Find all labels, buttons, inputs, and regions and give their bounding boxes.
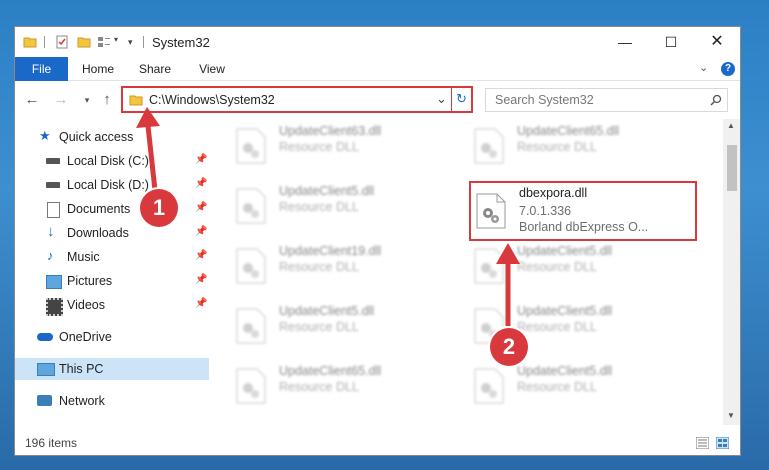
pin-icon[interactable]: 📌 — [195, 202, 207, 213]
pin-icon[interactable]: 📌 — [195, 154, 207, 165]
item-count: 196 items — [25, 436, 78, 450]
properties-icon[interactable] — [55, 35, 69, 49]
dll-file-icon — [236, 308, 266, 344]
tab-share[interactable]: Share — [130, 57, 180, 81]
ribbon-tabs: File Home Share View ⌄ ? — [15, 57, 740, 81]
documents-icon — [47, 202, 60, 218]
status-bar: 196 items — [15, 430, 740, 455]
music-icon: ♪ — [47, 248, 54, 263]
folder-icon — [23, 37, 37, 48]
scrollbar-thumb[interactable] — [727, 145, 737, 191]
search-box[interactable]: Search System32 — [485, 88, 728, 112]
file-item[interactable]: UpdateClient65.dll Resource DLL — [467, 120, 672, 172]
sidebar-item-music[interactable]: ♪ Music 📌 — [15, 246, 209, 268]
file-item[interactable]: UpdateClient5.dll Resource DLL — [467, 240, 672, 292]
address-path: C:\Windows\System32 — [149, 93, 275, 107]
minimize-button[interactable]: — — [602, 27, 648, 57]
sidebar-item-onedrive[interactable]: OneDrive — [15, 326, 209, 348]
maximize-button[interactable]: ☐ — [648, 27, 694, 57]
sidebar-item-local-disk-c[interactable]: Local Disk (C:) 📌 — [15, 150, 209, 172]
details-view-icon[interactable] — [696, 437, 709, 449]
customize-toolbar-icon[interactable]: ▾ — [128, 37, 133, 48]
file-item[interactable]: UpdateClient63.dll Resource DLL — [229, 120, 434, 172]
file-item[interactable]: UpdateClient19.dll Resource DLL — [229, 240, 434, 292]
tab-view[interactable]: View — [187, 57, 237, 81]
star-icon: ★ — [39, 128, 51, 143]
file-item[interactable]: UpdateClient65.dll Resource DLL — [229, 360, 434, 412]
separator — [44, 36, 45, 48]
refresh-icon[interactable]: ↻ — [456, 91, 467, 107]
sidebar-item-downloads[interactable]: ↓ Downloads 📌 — [15, 222, 209, 244]
dll-file-icon — [236, 128, 266, 164]
close-button[interactable]: ✕ — [694, 27, 740, 57]
pin-icon[interactable]: 📌 — [195, 226, 207, 237]
new-folder-icon[interactable] — [77, 35, 91, 49]
videos-icon — [46, 298, 63, 316]
file-item[interactable]: UpdateClient5.dll Resource DLL — [229, 300, 434, 352]
view-options-icon[interactable] — [97, 35, 111, 49]
address-bar[interactable]: C:\Windows\System32 ⌄ ↻ — [121, 86, 473, 113]
sidebar-item-pictures[interactable]: Pictures 📌 — [15, 270, 209, 292]
drive-icon — [46, 182, 60, 188]
download-icon: ↓ — [47, 223, 55, 240]
pin-icon[interactable]: 📌 — [195, 250, 207, 261]
dll-file-icon — [474, 368, 504, 404]
explorer-window: ▾ ▾ System32 — ☐ ✕ File Home Share View … — [14, 26, 741, 456]
title-bar: ▾ ▾ System32 — ☐ ✕ — [15, 27, 740, 57]
search-placeholder: Search System32 — [495, 93, 594, 107]
dll-file-icon — [474, 128, 504, 164]
dll-file-icon — [476, 193, 506, 229]
dll-file-icon — [236, 188, 266, 224]
computer-icon — [37, 363, 55, 376]
forward-arrow-icon[interactable]: → — [52, 91, 70, 109]
recent-locations-icon[interactable]: ▾ — [78, 91, 96, 109]
help-icon[interactable]: ? — [721, 62, 735, 76]
window-title: System32 — [152, 35, 210, 50]
drive-icon — [46, 158, 60, 164]
sidebar-item-this-pc[interactable]: This PC — [15, 358, 209, 380]
folder-icon — [129, 95, 143, 106]
cloud-icon — [37, 333, 53, 341]
step-2-marker: 2 — [490, 328, 528, 366]
pin-icon[interactable]: 📌 — [195, 298, 207, 309]
pin-icon[interactable]: 📌 — [195, 274, 207, 285]
search-icon[interactable] — [710, 94, 722, 106]
back-arrow-icon[interactable]: ← — [23, 91, 41, 109]
pin-icon[interactable]: 📌 — [195, 178, 207, 189]
step-1-marker: 1 — [140, 189, 178, 227]
pictures-icon — [46, 275, 62, 289]
address-dropdown-icon[interactable]: ⌄ — [436, 91, 447, 107]
scroll-down-icon[interactable]: ▼ — [727, 411, 735, 420]
separator — [451, 88, 452, 111]
sidebar-item-network[interactable]: Network — [15, 390, 209, 412]
vertical-scrollbar[interactable]: ▲ ▼ — [723, 119, 740, 425]
scroll-up-icon[interactable]: ▲ — [727, 121, 735, 130]
sidebar-item-local-disk-d[interactable]: Local Disk (D:) 📌 — [15, 174, 209, 196]
large-icons-view-icon[interactable] — [716, 437, 729, 449]
separator — [143, 36, 144, 48]
file-item[interactable]: UpdateClient5.dll Resource DLL — [229, 180, 434, 232]
up-arrow-icon[interactable]: ↑ — [98, 91, 116, 109]
qa-dropdown-icon[interactable]: ▾ — [114, 35, 118, 44]
file-list: UpdateClient63.dll Resource DLL UpdateCl… — [211, 119, 723, 425]
dll-file-icon — [474, 248, 504, 284]
dll-file-icon — [236, 368, 266, 404]
tab-file[interactable]: File — [15, 57, 68, 81]
sidebar-item-documents[interactable]: Documents 📌 — [15, 198, 209, 220]
expand-ribbon-icon[interactable]: ⌄ — [699, 61, 708, 74]
sidebar-item-videos[interactable]: Videos 📌 — [15, 294, 209, 316]
navigation-pane: ★ Quick access Local Disk (C:) 📌 Local D… — [15, 119, 209, 425]
sidebar-item-quick-access[interactable]: ★ Quick access — [15, 126, 209, 148]
tab-home[interactable]: Home — [73, 57, 123, 81]
file-item[interactable]: UpdateClient5.dll Resource DLL — [467, 360, 672, 412]
navigation-bar: ← → ▾ ↑ C:\Windows\System32 ⌄ ↻ Search S… — [15, 83, 740, 117]
network-icon — [37, 395, 52, 406]
dll-file-icon — [236, 248, 266, 284]
file-item-dbexpora[interactable]: dbexpora.dll 7.0.1.336 Borland dbExpress… — [469, 181, 697, 241]
